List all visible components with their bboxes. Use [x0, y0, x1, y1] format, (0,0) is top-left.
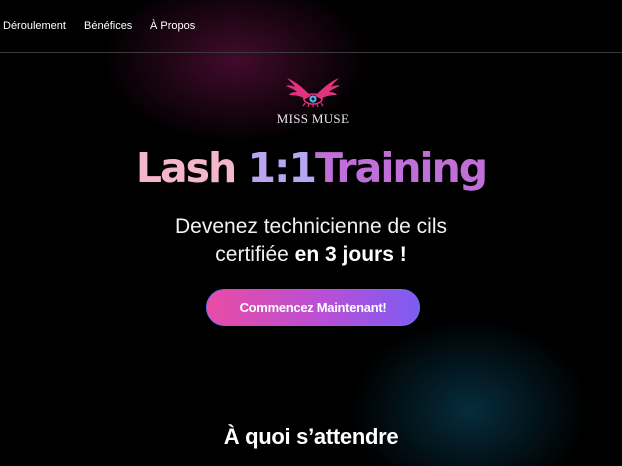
nav-link-benefices[interactable]: Bénéfices	[84, 20, 132, 32]
top-nav: Déroulement Bénéfices À Propos	[0, 0, 622, 53]
hero-subtitle-prefix: certifiée	[215, 243, 289, 266]
nav-link-a-propos[interactable]: À Propos	[150, 20, 195, 32]
hero-title-lash: Lash	[135, 144, 237, 192]
hero-subtitle: Devenez technicienne de cils certifiée e…	[0, 213, 622, 269]
hero-title: Lash 1:1Training	[0, 138, 622, 198]
landing-page: Déroulement Bénéfices À Propos MISS MUSE…	[0, 0, 622, 466]
nav-link-deroulement[interactable]: Déroulement	[3, 20, 66, 32]
brand-logo: MISS MUSE	[271, 76, 355, 132]
winged-eye-icon	[286, 78, 340, 108]
hero-title-one-to-one: 1:1	[247, 144, 317, 192]
hero-subtitle-line1: Devenez technicienne de cils	[175, 215, 447, 238]
hero-subtitle-highlight: en 3 jours !	[294, 243, 407, 266]
hero-title-training: Training	[314, 144, 488, 192]
brand-name: MISS MUSE	[276, 111, 350, 126]
hero-subtitle-line2: certifiée en 3 jours !	[0, 241, 622, 269]
section-title-what-to-expect: À quoi s’attendre	[223, 424, 399, 449]
start-now-button[interactable]: Commencez Maintenant!	[206, 289, 420, 326]
